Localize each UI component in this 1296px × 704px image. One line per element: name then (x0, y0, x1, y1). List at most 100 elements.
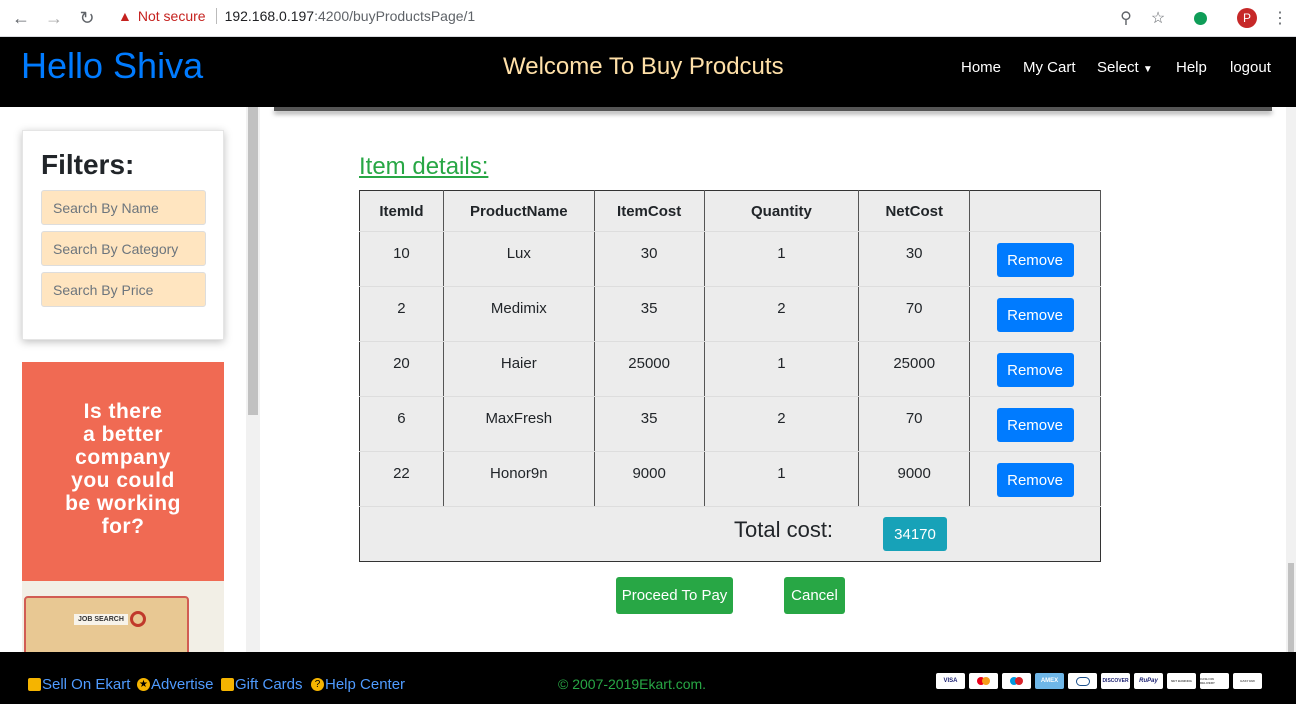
total-cost-badge: 34170 (883, 517, 947, 551)
footer-advertise-link[interactable]: ★ Advertise (137, 676, 214, 693)
search-by-name-input[interactable] (41, 190, 206, 225)
visa-icon: VISA (936, 673, 965, 689)
zoom-icon[interactable]: ⚲ (1114, 6, 1138, 30)
footer-sell-link[interactable]: Sell On Ekart (28, 676, 130, 693)
footer-gift-link[interactable]: Gift Cards (221, 676, 303, 693)
site-header: Hello Shiva Welcome To Buy Prodcuts Home… (0, 37, 1296, 107)
site-footer: Sell On Ekart ★ Advertise Gift Cards ? Hel… (0, 652, 1296, 704)
back-icon[interactable]: ← (10, 7, 32, 29)
footer-gift-label: Gift Cards (235, 676, 303, 693)
total-cell: Total cost: 34170 (360, 507, 1101, 562)
easy-emi-icon: EASY EMI (1233, 673, 1262, 689)
reload-icon[interactable]: ↻ (76, 7, 98, 29)
action-cell: Remove (969, 396, 1101, 452)
gift-icon (221, 678, 234, 691)
remove-button[interactable]: Remove (996, 408, 1074, 442)
page-scrollbar-thumb[interactable] (1288, 563, 1294, 652)
help-icon: ? (311, 678, 324, 691)
forward-icon[interactable]: → (43, 7, 65, 29)
table-row: 2 Medimix 35 2 70 Remove (359, 286, 1101, 342)
item-cost: 35 (594, 396, 705, 452)
remove-button[interactable]: Remove (996, 463, 1074, 497)
net-banking-icon: NET BANKING (1167, 673, 1196, 689)
item-id: 6 (359, 396, 444, 452)
copyright: © 2007-2019Ekart.com. (558, 676, 707, 692)
action-cell: Remove (969, 451, 1101, 507)
profile-avatar[interactable]: P (1235, 6, 1259, 30)
cancel-button[interactable]: Cancel (784, 577, 845, 614)
quantity: 1 (704, 451, 860, 507)
item-cost: 9000 (594, 451, 705, 507)
bookmark-star-icon[interactable]: ☆ (1146, 6, 1170, 30)
column-header: ProductName (443, 190, 595, 232)
filters-title: Filters: (41, 149, 135, 180)
search-by-price-input[interactable] (41, 272, 206, 307)
quantity: 2 (704, 396, 860, 452)
sidebar: Filters: Is there a better company you c… (0, 107, 246, 652)
column-header: ItemId (359, 190, 444, 232)
quantity: 1 (704, 341, 860, 397)
table-row: 22 Honor9n 9000 1 9000 Remove (359, 451, 1101, 507)
product-name: Medimix (443, 286, 595, 342)
advertisement-banner[interactable]: Is there a better company you could be w… (22, 362, 224, 652)
table-row: 10 Lux 30 1 30 Remove (359, 231, 1101, 287)
nav-help[interactable]: Help (1176, 59, 1207, 76)
extension-icon[interactable] (1188, 6, 1212, 30)
nav-home[interactable]: Home (961, 59, 1001, 76)
url-path: :4200/buyProductsPage/1 (314, 8, 476, 24)
item-id: 20 (359, 341, 444, 397)
nav-select-dropdown[interactable]: Select ▼ (1097, 59, 1153, 76)
sidebar-scrollbar-thumb[interactable] (248, 107, 258, 415)
remove-button[interactable]: Remove (996, 298, 1074, 332)
warning-icon: ▲ (118, 8, 132, 24)
greeting: Hello Shiva (21, 45, 204, 86)
total-cost-label: Total cost: (734, 517, 834, 542)
remove-button[interactable]: Remove (996, 353, 1074, 387)
caret-down-icon: ▼ (1142, 64, 1153, 75)
product-name: MaxFresh (443, 396, 595, 452)
table-header-row: ItemId ProductName ItemCost Quantity Net… (359, 190, 1101, 232)
item-cost: 30 (594, 231, 705, 287)
nav-my-cart[interactable]: My Cart (1023, 59, 1076, 76)
content-top-bar (274, 107, 1272, 111)
item-id: 10 (359, 231, 444, 287)
cash-on-delivery-icon: CASH ON DELIVERY (1200, 673, 1229, 689)
amex-icon: AMEX (1035, 673, 1064, 689)
search-by-category-input[interactable] (41, 231, 206, 266)
cart-table: ItemId ProductName ItemCost Quantity Net… (359, 190, 1101, 562)
action-cell: Remove (969, 286, 1101, 342)
discover-icon: DISCOVER (1101, 673, 1130, 689)
table-row: 6 MaxFresh 35 2 70 Remove (359, 396, 1101, 452)
magnifier-icon (130, 611, 146, 627)
product-name: Honor9n (443, 451, 595, 507)
mastercard-icon (969, 673, 998, 689)
product-name: Lux (443, 231, 595, 287)
ad-image: JOB SEARCH (22, 581, 224, 652)
url-host: 192.168.0.197 (224, 8, 315, 24)
menu-icon[interactable]: ⋮ (1268, 6, 1292, 30)
security-label: Not secure (137, 8, 206, 24)
briefcase-icon (28, 678, 41, 691)
job-search-label: JOB SEARCH (74, 614, 128, 625)
footer-help-label: Help Center (325, 676, 406, 693)
nav-logout[interactable]: logout (1230, 59, 1271, 76)
nav-select-label: Select (1097, 59, 1139, 76)
item-id: 22 (359, 451, 444, 507)
column-header (969, 190, 1101, 232)
net-cost: 70 (858, 396, 971, 452)
net-cost: 70 (858, 286, 971, 342)
footer-sell-label: Sell On Ekart (42, 676, 131, 693)
action-cell: Remove (969, 231, 1101, 287)
remove-button[interactable]: Remove (996, 243, 1074, 277)
diners-icon (1068, 673, 1097, 689)
item-id: 2 (359, 286, 444, 342)
net-cost: 9000 (858, 451, 971, 507)
filters-card: Filters: (22, 130, 224, 340)
footer-advertise-label: Advertise (151, 676, 214, 693)
footer-help-link[interactable]: ? Help Center (311, 676, 405, 693)
address-bar[interactable]: ▲ Not secure 192.168.0.197:4200/buyProdu… (118, 8, 475, 24)
rupay-icon: RuPay (1134, 673, 1163, 689)
proceed-to-pay-button[interactable]: Proceed To Pay (616, 577, 733, 614)
quantity: 2 (704, 286, 860, 342)
product-name: Haier (443, 341, 595, 397)
